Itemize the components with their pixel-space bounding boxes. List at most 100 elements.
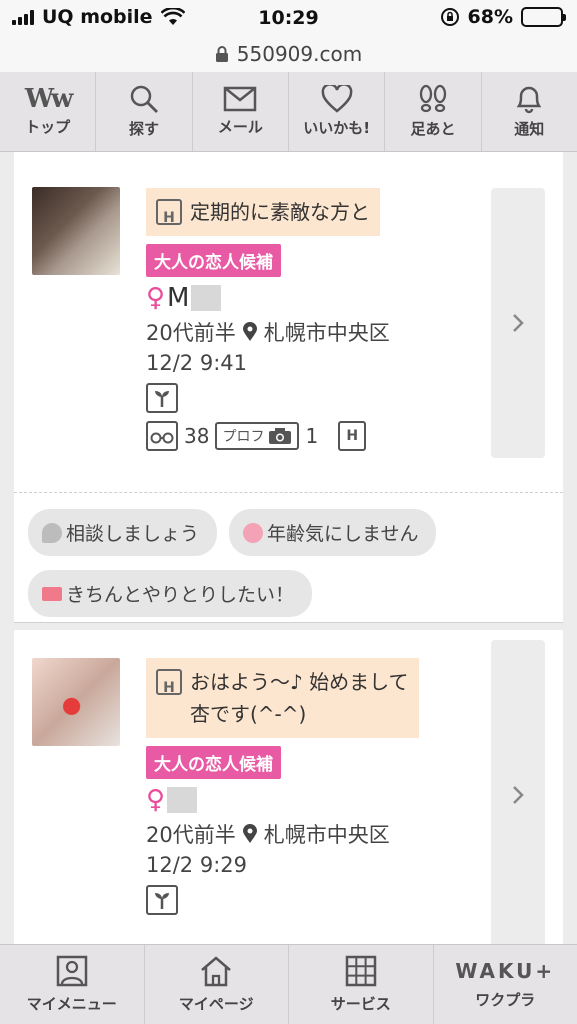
bnav-service[interactable]: サービス xyxy=(289,945,434,1024)
message-icon xyxy=(156,199,182,234)
identity-icon: H xyxy=(338,421,367,451)
stats-row: 38 プロフ 1 H xyxy=(146,421,476,451)
profile-message: おはよう～♪ 始めまして 杏です(^-^) xyxy=(146,658,419,738)
nav-label: メール xyxy=(217,118,263,136)
bnav-my-menu[interactable]: マイメニュー xyxy=(0,945,145,1024)
nav-like[interactable]: いいかも! xyxy=(289,72,386,151)
profile-card-main[interactable]: 定期的に素敵な方と 大人の恋人候補 ♀ M 20代前半 札幌市中央区 xyxy=(14,152,563,492)
glasses-icon xyxy=(146,421,178,451)
location-pin-icon xyxy=(242,322,257,341)
message-text: 定期的に素敵な方と xyxy=(190,200,370,224)
bell-icon xyxy=(516,86,542,114)
bnav-my-page[interactable]: マイページ xyxy=(145,945,289,1024)
chevron-right-icon xyxy=(513,786,524,804)
age-text: 20代前半 xyxy=(146,321,236,345)
login-time: 12/2 9:29 xyxy=(146,853,247,877)
prof-photo-chip: プロフ xyxy=(215,422,300,450)
bnav-label: ワクプラ xyxy=(475,991,536,1009)
status-bar: UQ mobile 10:29 68% xyxy=(0,0,577,36)
open-profile-button[interactable] xyxy=(491,640,545,944)
sprout-row xyxy=(146,885,476,915)
tag-chip: 相談しましょう xyxy=(28,509,218,556)
message-text: おはよう～♪ 始めまして 杏です(^-^) xyxy=(190,666,409,730)
battery-icon xyxy=(521,7,566,27)
card-gap xyxy=(14,622,563,630)
prof-label: プロフ xyxy=(222,429,265,445)
blurred-name xyxy=(191,285,222,311)
battery-percent: 68% xyxy=(467,6,513,28)
view-count: 38 xyxy=(184,424,210,448)
sprout-icon xyxy=(146,885,178,915)
bnav-label: マイページ xyxy=(178,995,254,1013)
status-badge: 大人の恋人候補 xyxy=(146,746,281,779)
tag-chip: きちんとやりとりしたい！ xyxy=(28,570,313,617)
message-icon xyxy=(156,669,182,704)
tag-label: 年齢気にしません xyxy=(267,523,419,545)
chevron-right-icon xyxy=(513,314,524,332)
profile-card[interactable]: 定期的に素敵な方と 大人の恋人候補 ♀ M 20代前半 札幌市中央区 xyxy=(14,152,563,622)
bnav-label: サービス xyxy=(330,995,391,1013)
nav-mail[interactable]: メール xyxy=(193,72,289,151)
sprout-icon xyxy=(146,383,178,413)
nav-top[interactable]: Ww トップ xyxy=(0,72,97,151)
nav-label: 通知 xyxy=(514,120,545,138)
bnav-wakupla[interactable]: WAKU+ ワクプラ xyxy=(434,945,577,1024)
ww-logo-icon: Ww xyxy=(24,84,74,114)
name-text: M xyxy=(167,283,190,313)
profile-age-location: 20代前半 札幌市中央区 xyxy=(146,317,476,347)
sprout-row xyxy=(146,383,476,413)
footprint-icon xyxy=(419,84,447,113)
message-line: おはよう～♪ 始めまして xyxy=(190,670,409,694)
person-card-icon xyxy=(56,955,87,987)
profile-card[interactable]: おはよう～♪ 始めまして 杏です(^-^) 大人の恋人候補 ♀ 20代前半 札幌… xyxy=(14,630,563,944)
avatar[interactable] xyxy=(32,658,120,746)
location-text: 札幌市中央区 xyxy=(263,823,390,847)
nav-label: いいかも! xyxy=(303,119,371,137)
message-line: 杏です(^-^) xyxy=(190,702,307,726)
profile-list: 定期的に素敵な方と 大人の恋人候補 ♀ M 20代前半 札幌市中央区 xyxy=(14,152,563,944)
profile-info: おはよう～♪ 始めまして 杏です(^-^) 大人の恋人候補 ♀ 20代前半 札幌… xyxy=(146,658,476,915)
status-right: 68% xyxy=(440,6,566,28)
age-text: 20代前半 xyxy=(146,823,236,847)
bottom-nav: マイメニュー マイページ サービス WAKU+ ワクプラ xyxy=(0,944,577,1024)
nav-label: 足あと xyxy=(410,120,456,138)
lock-icon xyxy=(215,46,228,62)
search-icon xyxy=(130,85,158,113)
tag-label: きちんとやりとりしたい！ xyxy=(66,584,295,606)
profile-name: ♀ M xyxy=(146,283,476,313)
top-nav: Ww トップ 探す メール いいかも! 足あと 通知 xyxy=(0,72,577,152)
home-icon xyxy=(201,956,232,987)
status-badge: 大人の恋人候補 xyxy=(146,244,281,277)
female-icon: ♀ xyxy=(146,283,166,313)
bnav-label: マイメニュー xyxy=(26,995,117,1013)
open-profile-button[interactable] xyxy=(491,188,545,458)
mail-icon xyxy=(224,86,257,112)
nav-footprint[interactable]: 足あと xyxy=(385,72,482,151)
photo-count: 1 xyxy=(305,424,319,448)
waku-logo: WAKU+ xyxy=(455,959,556,983)
avatar[interactable] xyxy=(32,187,120,275)
nav-label: トップ xyxy=(25,118,71,136)
profile-name: ♀ xyxy=(146,785,476,815)
tag-list: 相談しましょう 年齢気にしません きちんとやりとりしたい！ xyxy=(14,493,563,617)
grid-icon xyxy=(345,955,376,987)
rotation-lock-icon xyxy=(440,8,459,26)
blurred-name xyxy=(167,787,198,813)
nav-search[interactable]: 探す xyxy=(96,72,193,151)
profile-age-location: 20代前半 札幌市中央区 xyxy=(146,819,476,849)
profile-info: 定期的に素敵な方と 大人の恋人候補 ♀ M 20代前半 札幌市中央区 xyxy=(146,188,476,451)
location-text: 札幌市中央区 xyxy=(263,321,390,345)
nav-label: 探す xyxy=(128,120,159,138)
url-bar[interactable]: 550909.com xyxy=(0,36,577,72)
tag-chip: 年齢気にしません xyxy=(229,509,437,556)
profile-message: 定期的に素敵な方と xyxy=(146,188,380,236)
heart-icon xyxy=(321,85,353,113)
speech-bubble-icon xyxy=(42,522,62,543)
tag-label: 相談しましょう xyxy=(66,523,200,545)
female-icon: ♀ xyxy=(146,785,166,815)
love-letter-icon xyxy=(42,586,62,601)
url-text: 550909.com xyxy=(236,42,363,66)
nav-notice[interactable]: 通知 xyxy=(482,72,577,151)
face-emoji-icon xyxy=(243,522,264,543)
login-time: 12/2 9:41 xyxy=(146,351,247,375)
